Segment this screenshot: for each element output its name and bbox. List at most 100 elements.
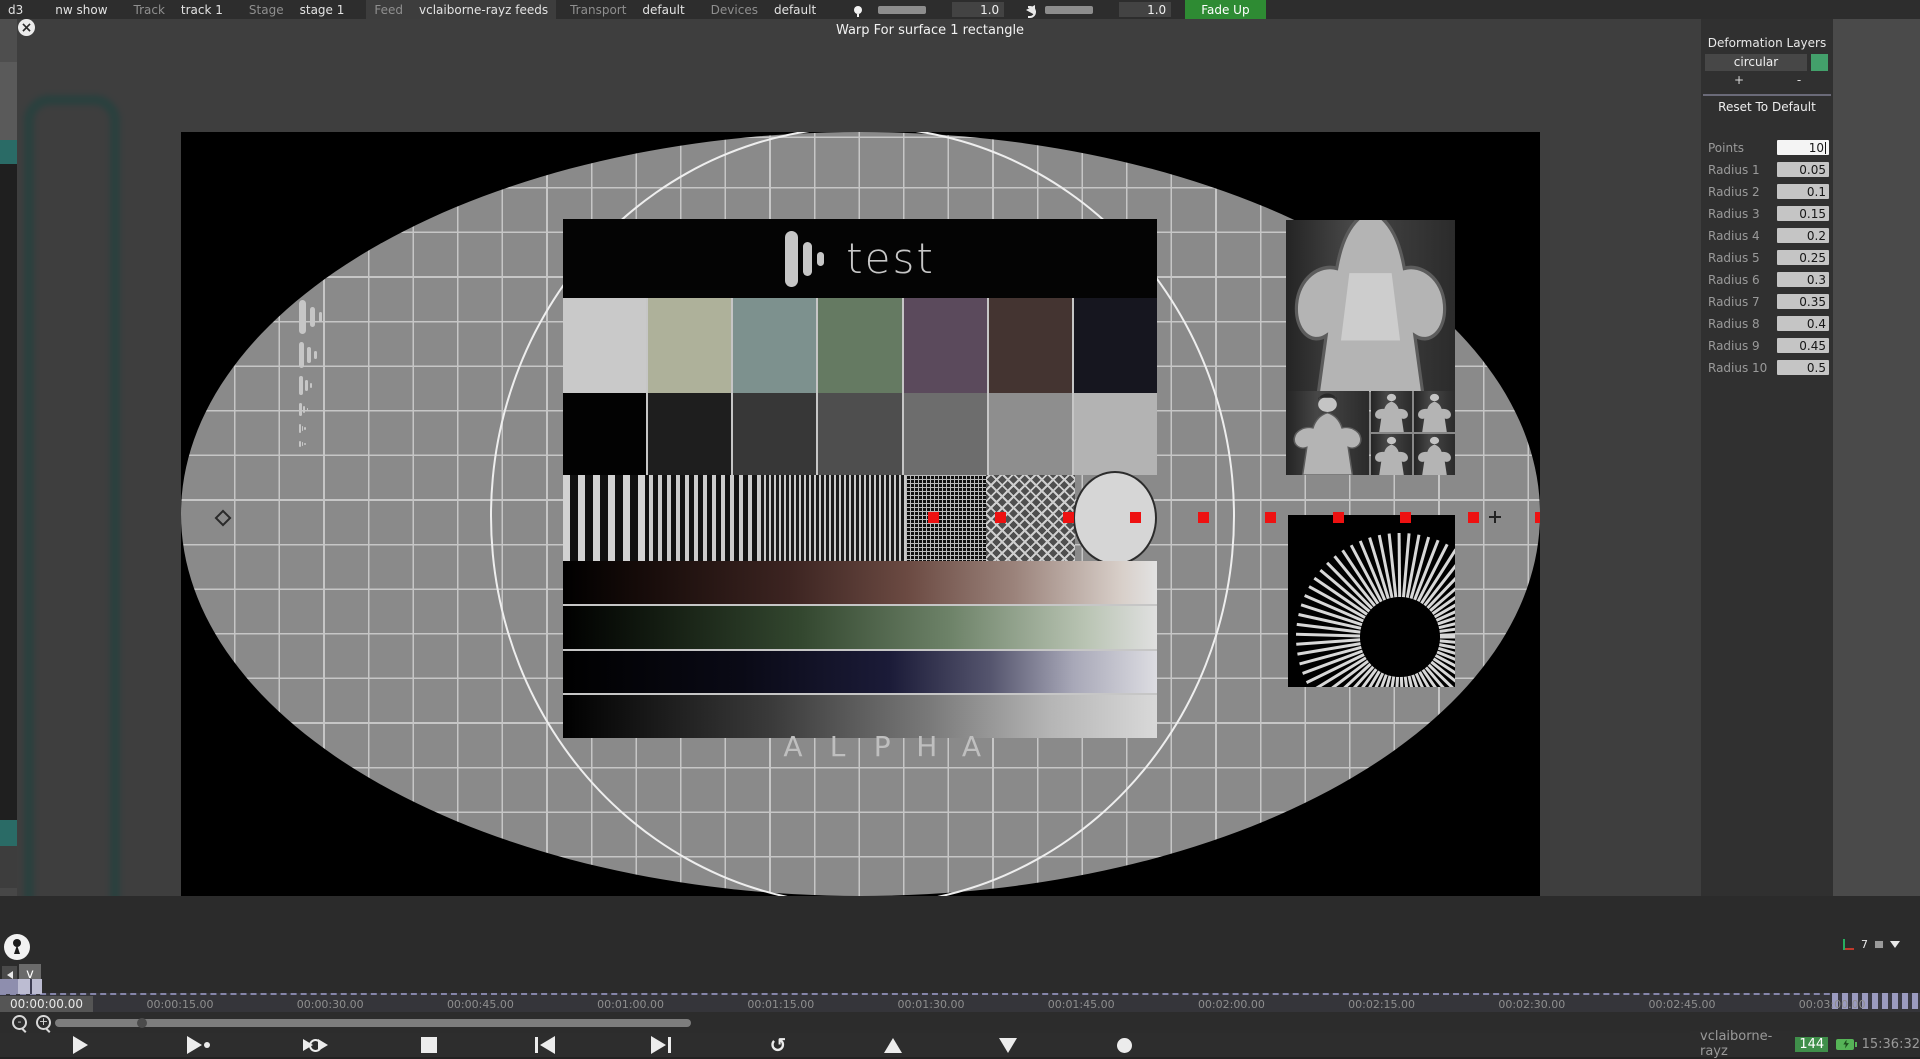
fade-up-trigger-button[interactable] [871, 1033, 915, 1057]
feed-menu-label: Feed [374, 3, 403, 17]
play-to-cue-button[interactable] [176, 1033, 220, 1057]
previous-section-button[interactable] [523, 1033, 567, 1057]
scrollbar-handle[interactable] [137, 1018, 147, 1028]
rail-segment[interactable] [0, 846, 17, 888]
stripe-medium [649, 475, 759, 561]
devices-menu-label[interactable]: Devices [711, 3, 758, 17]
fade-up-button[interactable]: Fade Up [1185, 0, 1265, 19]
warp-control-point[interactable] [928, 512, 939, 523]
machine-name: vclaiborne-rayz [1700, 1029, 1787, 1059]
dropdown-arrow-icon[interactable] [1890, 941, 1900, 948]
brightness-value[interactable]: 1.0 [952, 2, 1004, 17]
timeline-track-area[interactable] [0, 896, 1920, 993]
alpha-letter: H [905, 730, 949, 763]
parameter-row: Radius 70.35 [1701, 293, 1833, 311]
transport-menu-label[interactable]: Transport [570, 3, 626, 17]
parameter-value-input[interactable]: 0.35 [1777, 294, 1829, 309]
volume-value[interactable]: 1.0 [1119, 2, 1171, 17]
color-swatch [904, 298, 987, 393]
rail-segment[interactable] [0, 62, 17, 140]
next-section-button[interactable] [639, 1033, 683, 1057]
mesh-checker [906, 475, 986, 561]
fps-badge: 144 [1795, 1037, 1828, 1052]
focus-circle [1073, 471, 1157, 565]
devices-menu-value[interactable]: default [774, 3, 816, 17]
warp-control-point[interactable] [1198, 512, 1209, 523]
volume-slider[interactable] [1045, 6, 1093, 14]
app-logo[interactable]: d3 [8, 3, 23, 17]
feed-menu[interactable]: Feed vclaiborne-rayz feeds [366, 0, 556, 19]
layer-count: 7 [1861, 938, 1868, 951]
transport-controls: ↺ [0, 1033, 1920, 1057]
parameter-value-input[interactable]: 10 [1777, 140, 1829, 155]
parameter-value-input[interactable]: 0.05 [1777, 162, 1829, 177]
reset-to-default-button[interactable]: Reset To Default [1701, 100, 1833, 114]
transport-menu-value[interactable]: default [642, 3, 684, 17]
stage-menu-label[interactable]: Stage [249, 3, 284, 17]
layer-circular-button[interactable]: circular [1705, 54, 1807, 71]
timeline-clip-block[interactable] [0, 979, 18, 994]
stage-menu-value[interactable]: stage 1 [300, 3, 345, 17]
audio-wave-icon [299, 441, 322, 447]
warp-control-point[interactable] [1265, 512, 1276, 523]
zoom-in-icon[interactable]: + [36, 1015, 51, 1030]
grid-view-icon[interactable] [1874, 940, 1884, 949]
panel-title: Deformation Layers [1701, 36, 1833, 50]
show-name[interactable]: nw show [55, 3, 107, 17]
grayscale-step [989, 393, 1072, 475]
parameter-value-input[interactable]: 0.5 [1777, 360, 1829, 375]
warp-cross-marker[interactable] [1489, 511, 1501, 523]
brightness-slider[interactable] [878, 6, 926, 14]
warp-control-point[interactable] [1333, 512, 1344, 523]
fade-down-trigger-button[interactable] [986, 1033, 1030, 1057]
zoom-out-icon[interactable]: - [12, 1015, 27, 1030]
rail-segment-teal[interactable] [0, 820, 17, 846]
play-button[interactable] [58, 1033, 102, 1057]
rail-segment[interactable] [0, 19, 17, 62]
viewport-mini-toolbar: 7 [1843, 936, 1917, 952]
remove-layer-button[interactable]: - [1779, 73, 1819, 87]
timeline-tick-label: 00:01:15.00 [726, 998, 836, 1011]
layer-color-swatch[interactable] [1811, 54, 1828, 71]
parameter-value-input[interactable]: 0.1 [1777, 184, 1829, 199]
warp-control-point[interactable] [1468, 512, 1479, 523]
close-button[interactable]: × [18, 19, 35, 36]
undo-button[interactable]: ↺ [756, 1033, 800, 1057]
rail-segment-teal[interactable] [0, 140, 17, 164]
audio-wave-icon [299, 376, 322, 395]
test-pattern-surface[interactable]: test ALPHA [181, 132, 1540, 896]
gradient-bar [563, 606, 1157, 649]
clock: 15:36:32 [1862, 1037, 1920, 1052]
timeline-scrollbar[interactable] [55, 1019, 691, 1027]
parameter-value-input[interactable]: 0.25 [1777, 250, 1829, 265]
track-menu-label[interactable]: Track [134, 3, 165, 17]
axis-gizmo-icon[interactable] [1843, 938, 1855, 950]
parameter-value-input[interactable]: 0.4 [1777, 316, 1829, 331]
add-layer-button[interactable]: + [1719, 73, 1759, 87]
color-swatch [989, 298, 1072, 393]
gradient-bar [563, 651, 1157, 694]
warp-control-point[interactable] [995, 512, 1006, 523]
parameter-value-input[interactable]: 0.45 [1777, 338, 1829, 353]
audio-wave-icon [299, 403, 322, 416]
parameter-value-input[interactable]: 0.15 [1777, 206, 1829, 221]
timeline-tick-label: 00:03:00.00 [1777, 998, 1887, 1011]
parameter-value-input[interactable]: 0.2 [1777, 228, 1829, 243]
timeline-ruler[interactable]: 00:00:00.00 00:00:15.0000:00:30.0000:00:… [0, 993, 1920, 1012]
record-button[interactable] [1102, 1033, 1146, 1057]
timeline-clip-block[interactable] [18, 979, 42, 994]
parameter-value-input[interactable]: 0.3 [1777, 272, 1829, 287]
portrait-thumbnail [1371, 434, 1412, 475]
loop-section-button[interactable] [293, 1033, 337, 1057]
timeline-tick-label: 00:01:30.00 [876, 998, 986, 1011]
warp-control-point[interactable] [1535, 512, 1540, 523]
track-menu-value[interactable]: track 1 [181, 3, 223, 17]
color-swatch [648, 298, 731, 393]
warp-control-point[interactable] [1400, 512, 1411, 523]
alpha-letter: A [771, 730, 815, 763]
stop-button[interactable] [407, 1033, 451, 1057]
warp-control-point[interactable] [1130, 512, 1141, 523]
zebra-torus-pattern [1288, 515, 1455, 687]
keyhole-icon[interactable] [4, 934, 30, 960]
warp-control-point[interactable] [1063, 512, 1074, 523]
